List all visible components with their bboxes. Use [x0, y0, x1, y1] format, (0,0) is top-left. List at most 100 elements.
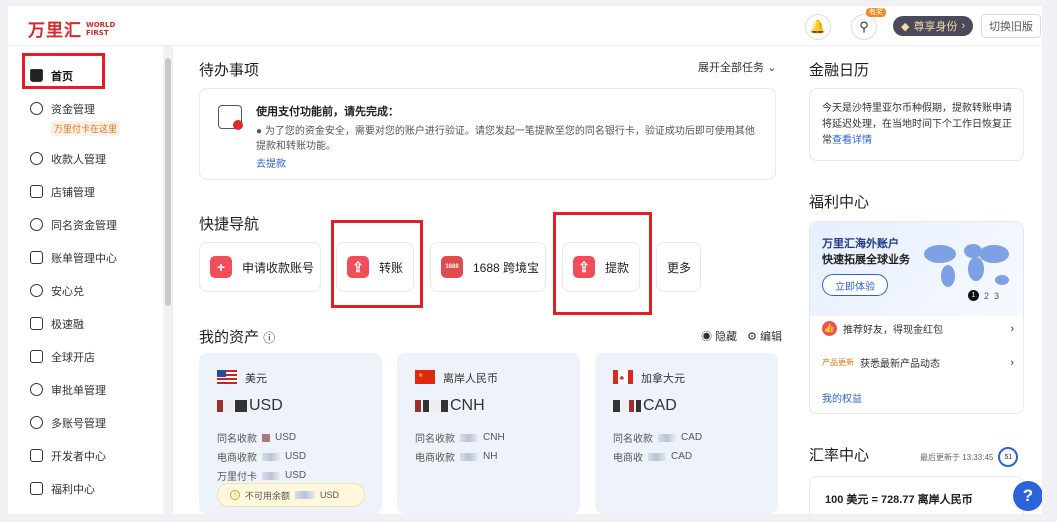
assets-tools: ◉ 隐藏 ⚙ 编辑 [701, 328, 782, 344]
sidebar-item-global-store[interactable]: 全球开店 [30, 349, 95, 365]
sidebar-item-same-name-fund[interactable]: 同名资金管理 [30, 217, 117, 233]
sidebar-item-finance[interactable]: 极速融 [30, 316, 84, 332]
refer-friend-row[interactable]: 👍 推荐好友，得现金红包 › [822, 321, 1014, 336]
world-map-icon [924, 244, 1009, 287]
sidebar-item-label: 安心兑 [51, 286, 84, 298]
assets-title: 我的资产 ⓘ [199, 329, 276, 346]
warning-icon: ! [230, 490, 240, 500]
sidebar-item-label: 审批单管理 [51, 385, 106, 397]
asset-card-cnh[interactable]: ★ 离岸人民币 CNH 同名收款 CNH 电商收款 NH [397, 353, 580, 514]
sidebar-item-home[interactable]: 首页 [30, 68, 73, 84]
currency-name: 离岸人民币 [443, 373, 498, 385]
lock-icon [218, 105, 243, 130]
todo-heading: 使用支付功能前，请先完成： [256, 106, 399, 118]
apply-account-button[interactable]: + 申请收款账号 [199, 242, 321, 292]
asset-row: 同名收款 USD [217, 432, 297, 445]
asset-row: 电商收款 NH [415, 451, 498, 464]
sidebar-item-payee[interactable]: 收款人管理 [30, 151, 106, 167]
expand-all-tasks-button[interactable]: 展开全部任务 ⌄ [698, 59, 776, 75]
sidebar-item-label: 福利中心 [51, 484, 95, 496]
sidebar-item-store[interactable]: 店铺管理 [30, 184, 95, 200]
financial-calendar-card: 今天是沙特里亚尔币种假期，提款转账申请将延迟处理，在当地时间下个工作日恢复正常查… [809, 88, 1024, 161]
welfare-title: 福利中心 [809, 194, 870, 211]
store-icon [30, 185, 43, 198]
diamond-icon: ◆ [901, 20, 910, 33]
quick-nav-label: 转账 [379, 260, 404, 275]
gift-icon [30, 482, 43, 495]
info-icon[interactable]: ⓘ [263, 331, 275, 345]
vip-status-button[interactable]: ◆ 尊享身份 › [893, 16, 974, 36]
try-now-button[interactable]: 立即体验 [822, 274, 888, 296]
sidebar-item-approval[interactable]: 审批单管理 [30, 382, 106, 398]
exchange-icon [30, 284, 43, 297]
sidebar-item-exchange[interactable]: 安心兑 [30, 283, 84, 299]
balance-amount: CAD [613, 397, 677, 415]
view-details-link[interactable]: 查看详情 [832, 135, 872, 146]
welfare-card: 万里汇海外账户 快速拓展全球业务 立即体验 123 👍 推荐好友，得现金红包 ›… [809, 221, 1024, 414]
promo-title: 万里汇海外账户 [822, 238, 899, 250]
carousel-pagination[interactable]: 123 [968, 290, 999, 301]
sidebar-scroll-thumb[interactable] [165, 58, 171, 306]
world-first-logo[interactable]: 万里汇 WORLD FIRST [28, 16, 115, 41]
more-button[interactable]: 更多 [656, 242, 701, 292]
developer-icon [30, 449, 43, 462]
product-update-row[interactable]: 产品更新 获悉最新产品动态 › [822, 355, 1014, 371]
cross-border-1688-button[interactable]: 1688 1688 跨境宝 [430, 242, 546, 292]
asset-card-cad[interactable]: ♣ 加拿大元 CAD 同名收款 CAD 电商收 CAD [595, 353, 778, 514]
calendar-title: 金融日历 [809, 62, 870, 79]
asset-row: 电商收 CAD [613, 451, 693, 464]
switch-old-version-button[interactable]: 切换旧版 [981, 14, 1041, 38]
rate-update-meta: 最后更新于 13:33:45 51 [920, 447, 1019, 467]
quick-nav-label: 申请收款账号 [242, 260, 315, 275]
quick-nav-title: 快捷导航 [199, 216, 260, 233]
multi-account-icon [30, 416, 43, 429]
finance-icon [30, 317, 43, 330]
chevron-right-icon: › [1010, 322, 1014, 335]
sidebar-item-fund[interactable]: 资金管理万里付卡在这里 [30, 101, 121, 136]
withdraw-button[interactable]: ⇪ 提款 [562, 242, 640, 292]
sidebar-item-label: 极速融 [51, 319, 84, 331]
logo-en-text: WORLD FIRST [86, 20, 116, 37]
refresh-countdown[interactable]: 51 [998, 447, 1019, 467]
balance-amount: CNH [415, 397, 485, 415]
sidebar-item-label: 资金管理 [51, 104, 95, 116]
transfer-button[interactable]: ⇪ 转账 [336, 242, 414, 292]
product-update-tag: 产品更新 [822, 358, 854, 367]
plus-icon: + [210, 256, 232, 278]
help-button[interactable]: ? [1013, 481, 1042, 511]
go-withdraw-link[interactable]: 去提款 [256, 155, 286, 170]
sidebar-item-bill[interactable]: 账单管理中心 [30, 250, 117, 266]
sidebar-item-developer[interactable]: 开发者中心 [30, 448, 106, 464]
payee-icon [30, 152, 43, 165]
sidebar-item-label: 开发者中心 [51, 451, 106, 463]
edit-assets-button[interactable]: ⚙ 编辑 [747, 328, 782, 344]
sidebar-item-label: 店铺管理 [51, 187, 95, 199]
transfer-icon: ⇪ [347, 256, 369, 278]
svg-text:★: ★ [418, 372, 423, 379]
approval-icon [30, 383, 43, 396]
todo-card: 使用支付功能前，请先完成： ● 为了您的资金安全，需要对您的账户进行验证。请您发… [199, 88, 776, 180]
hide-balance-button[interactable]: ◉ 隐藏 [701, 328, 737, 344]
sidebar-item-label: 全球开店 [51, 352, 95, 364]
todo-title: 待办事项 [199, 62, 260, 79]
thumbs-up-icon: 👍 [822, 321, 837, 336]
unavailable-balance-notice[interactable]: ! 不可用余额 USD [217, 483, 365, 507]
bell-icon[interactable]: 🔔 [805, 14, 831, 40]
overseas-account-banner[interactable]: 万里汇海外账户 快速拓展全球业务 立即体验 123 [810, 222, 1023, 316]
user-icon[interactable]: ⚲ [851, 14, 877, 40]
global-store-icon [30, 350, 43, 363]
app-window: 万里汇 WORLD FIRST 🔔 ⚲ 有奖 ◆ 尊享身份 › 切换旧版 首页 资… [8, 6, 1042, 514]
card-hint-badge: 万里付卡在这里 [51, 121, 121, 136]
sidebar-item-label: 多账号管理 [51, 418, 106, 430]
my-benefits-link[interactable]: 我的权益 [822, 390, 1014, 405]
asset-card-usd[interactable]: 美元 USD 同名收款 USD 电商收款 USD 万里付卡 USD ! 不可用余额 USD [199, 353, 382, 514]
chevron-right-icon: › [1010, 356, 1014, 369]
alert-dot-icon [233, 120, 243, 130]
us-flag-icon [217, 370, 237, 384]
sidebar-item-gift[interactable]: 福利中心 [30, 481, 95, 497]
sidebar-item-multi-account[interactable]: 多账号管理 [30, 415, 106, 431]
logo-text: 万里汇 [28, 21, 82, 40]
sidebar-item-label: 收款人管理 [51, 154, 106, 166]
home-icon [30, 69, 43, 82]
balance-amount: USD [217, 397, 283, 415]
